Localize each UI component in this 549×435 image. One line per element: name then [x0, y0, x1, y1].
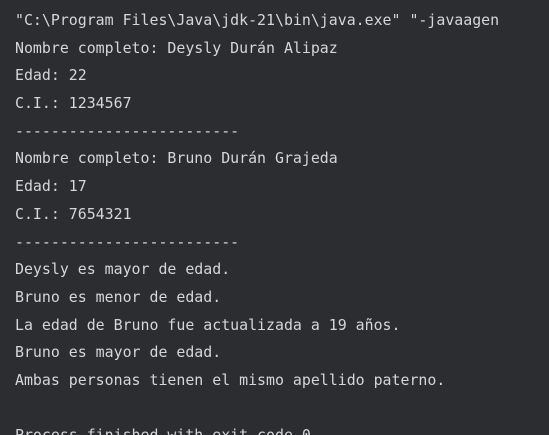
console-process-finished: Process finished with exit code 0 [15, 422, 549, 435]
console-line-age-2: Edad: 17 [15, 177, 87, 196]
console-line-deysly-adult: Deysly es mayor de edad. [15, 260, 231, 279]
console-command-line: "C:\Program Files\Java\jdk-21\bin\java.e… [15, 11, 500, 29]
console-line-ci-2: C.I.: 7654321 [15, 204, 132, 223]
console-lines: "C:\Program Files\Java\jdk-21\bin\java.e… [15, 7, 549, 435]
console-line-bruno-adult: Bruno es mayor de edad. [15, 343, 222, 362]
console-blank-line [15, 395, 549, 423]
run-console-output[interactable]: "C:\Program Files\Java\jdk-21\bin\java.e… [0, 0, 549, 435]
console-line-full-name-1: Nombre completo: Deysly Durán Alipaz [15, 38, 338, 57]
console-line-bruno-minor: Bruno es menor de edad. [15, 287, 222, 306]
console-line-same-surname: Ambas personas tienen el mismo apellido … [15, 370, 446, 389]
console-line-ci-1: C.I.: 1234567 [15, 94, 132, 113]
console-separator-2: ------------------------- [15, 232, 240, 251]
console-line-age-1: Edad: 22 [15, 66, 87, 85]
console-line-age-updated: La edad de Bruno fue actualizada a 19 añ… [15, 315, 401, 334]
console-separator-1: ------------------------- [15, 121, 240, 140]
console-line-full-name-2: Nombre completo: Bruno Durán Grajeda [15, 149, 338, 168]
